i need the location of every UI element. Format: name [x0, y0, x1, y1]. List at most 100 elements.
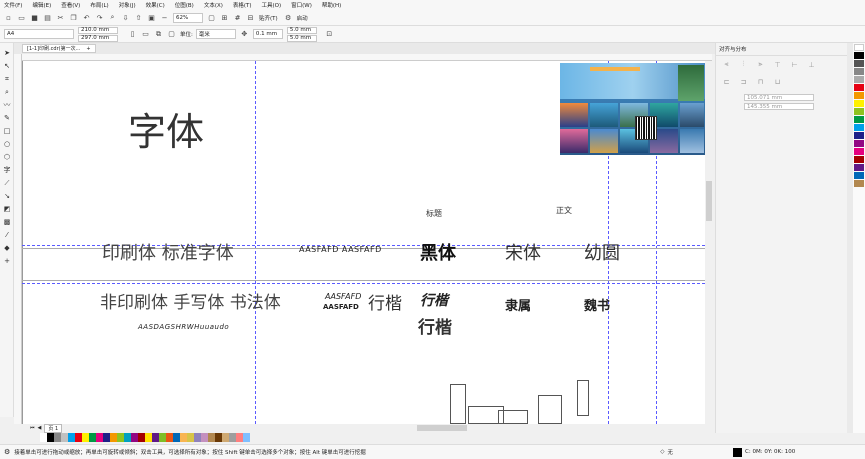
align-x-field[interactable]: 105.071 mm: [744, 94, 814, 101]
color-swatch[interactable]: [854, 100, 864, 107]
snap-to-menu[interactable]: 贴齐(T): [259, 14, 278, 22]
drawing-canvas[interactable]: 字体 标题 正文 印刷体 标准字体 AASFAFD AASFAFD 黑体 宋体 …: [22, 61, 705, 424]
horizontal-ruler[interactable]: [22, 54, 712, 61]
rectangle-shape[interactable]: [577, 380, 589, 416]
text-tool-icon[interactable]: 字: [2, 165, 12, 175]
color-swatch[interactable]: [40, 433, 47, 442]
color-swatch[interactable]: [201, 433, 208, 442]
align-center-icon[interactable]: ⫶: [739, 60, 748, 69]
color-swatch[interactable]: [110, 433, 117, 442]
vertical-ruler[interactable]: [14, 54, 22, 424]
menu-view[interactable]: 查看(V): [61, 1, 80, 9]
color-swatch[interactable]: [854, 180, 864, 187]
heiti-sample[interactable]: 黑体: [420, 239, 456, 265]
color-swatch[interactable]: [854, 76, 864, 83]
polygon-tool-icon[interactable]: ⬡: [2, 152, 12, 162]
menu-window[interactable]: 窗口(W): [291, 1, 312, 9]
parallel-dimension-icon[interactable]: ⟋: [2, 178, 12, 188]
grid-icon[interactable]: #: [233, 13, 242, 22]
add-tool-icon[interactable]: +: [2, 256, 12, 266]
all-pages-icon[interactable]: ⧉: [154, 30, 163, 39]
songti-sample[interactable]: 宋体: [505, 239, 541, 265]
color-palette[interactable]: [40, 433, 630, 442]
latin-sample-3[interactable]: AASFAFD: [323, 303, 359, 311]
align-bottom-icon[interactable]: ⊥: [807, 60, 816, 69]
page-tab[interactable]: 页 1: [44, 423, 63, 433]
distribute-center-icon[interactable]: ⊐: [739, 77, 748, 86]
import-icon[interactable]: ⇩: [121, 13, 130, 22]
units-select[interactable]: 毫米: [195, 29, 236, 39]
save-icon[interactable]: ■: [30, 13, 39, 22]
color-swatch[interactable]: [222, 433, 229, 442]
horizontal-guideline[interactable]: [22, 283, 705, 284]
treat-as-filled-icon[interactable]: ⊡: [325, 30, 334, 39]
color-swatch[interactable]: [854, 84, 864, 91]
distribute-spacing-icon[interactable]: ⊔: [773, 77, 782, 86]
drop-shadow-icon[interactable]: ◩: [2, 204, 12, 214]
heading-text[interactable]: 字体: [128, 101, 204, 156]
align-right-icon[interactable]: ⫸: [756, 60, 765, 69]
vertical-color-palette[interactable]: [853, 43, 865, 433]
first-page-icon[interactable]: ⏮: [30, 425, 35, 431]
freehand-tool-icon[interactable]: 〰: [2, 100, 12, 110]
color-swatch[interactable]: [96, 433, 103, 442]
title-label[interactable]: 标题: [426, 208, 442, 219]
color-swatch[interactable]: [166, 433, 173, 442]
vertical-guideline[interactable]: [255, 61, 256, 424]
color-swatch[interactable]: [187, 433, 194, 442]
color-swatch[interactable]: [215, 433, 222, 442]
color-swatch[interactable]: [82, 433, 89, 442]
horizontal-scrollbar[interactable]: [22, 424, 712, 432]
rectangle-shape[interactable]: [450, 384, 466, 424]
rulers-icon[interactable]: ⊞: [220, 13, 229, 22]
lishu-sample[interactable]: 隶属: [505, 295, 531, 314]
non-printed-type-text[interactable]: 非印刷体 手写体 书法体: [100, 288, 281, 313]
zoom-out-icon[interactable]: −: [160, 13, 169, 22]
page-height-field[interactable]: 297.0 mm: [78, 34, 118, 42]
pick-tool-icon[interactable]: ➤: [2, 48, 12, 58]
menu-table[interactable]: 表格(T): [233, 1, 252, 9]
color-swatch[interactable]: [854, 148, 864, 155]
printed-type-text[interactable]: 印刷体 标准字体: [102, 239, 234, 265]
color-swatch[interactable]: [61, 433, 68, 442]
search-icon[interactable]: ⌕: [108, 13, 117, 22]
color-swatch[interactable]: [152, 433, 159, 442]
color-swatch[interactable]: [159, 433, 166, 442]
color-swatch[interactable]: [173, 433, 180, 442]
open-folder-icon[interactable]: ▭: [17, 13, 26, 22]
shape-tool-icon[interactable]: ↖: [2, 61, 12, 71]
color-swatch[interactable]: [243, 433, 250, 442]
new-file-icon[interactable]: ▫: [4, 13, 13, 22]
color-swatch[interactable]: [124, 433, 131, 442]
align-top-icon[interactable]: ⊤: [773, 60, 782, 69]
color-swatch[interactable]: [194, 433, 201, 442]
crop-tool-icon[interactable]: ⌗: [2, 74, 12, 84]
document-tab[interactable]: [1-1]印刷.cdr(第一次... +: [22, 44, 96, 53]
color-swatch[interactable]: [54, 433, 61, 442]
color-swatch[interactable]: [854, 44, 864, 51]
duplicate-y-field[interactable]: 5.0 mm: [286, 34, 317, 42]
ellipse-tool-icon[interactable]: ○: [2, 139, 12, 149]
guidelines-icon[interactable]: ⊟: [246, 13, 255, 22]
artistic-media-icon[interactable]: ✎: [2, 113, 12, 123]
latin-sample-1[interactable]: AASFAFD AASFAFD: [299, 245, 382, 254]
color-swatch[interactable]: [854, 140, 864, 147]
rectangle-shape[interactable]: [498, 410, 528, 424]
menu-layout[interactable]: 布局(L): [90, 1, 108, 9]
add-tab-icon[interactable]: +: [86, 46, 90, 52]
horizontal-scroll-thumb[interactable]: [417, 425, 467, 431]
settings-gear-icon[interactable]: ⚙: [4, 448, 10, 456]
distribute-right-icon[interactable]: ⊓: [756, 77, 765, 86]
color-swatch[interactable]: [236, 433, 243, 442]
color-swatch[interactable]: [180, 433, 187, 442]
color-swatch[interactable]: [138, 433, 145, 442]
xingkai-sample-2[interactable]: 行楷: [418, 313, 452, 338]
menu-text[interactable]: 文本(X): [204, 1, 223, 9]
connector-tool-icon[interactable]: ↘: [2, 191, 12, 201]
youyuan-sample[interactable]: 幼圆: [584, 239, 620, 265]
color-swatch[interactable]: [854, 52, 864, 59]
align-middle-icon[interactable]: ⊢: [790, 60, 799, 69]
color-swatch[interactable]: [229, 433, 236, 442]
weishu-sample[interactable]: 魏书: [584, 295, 610, 314]
eyedropper-icon[interactable]: ⁄: [2, 230, 12, 240]
